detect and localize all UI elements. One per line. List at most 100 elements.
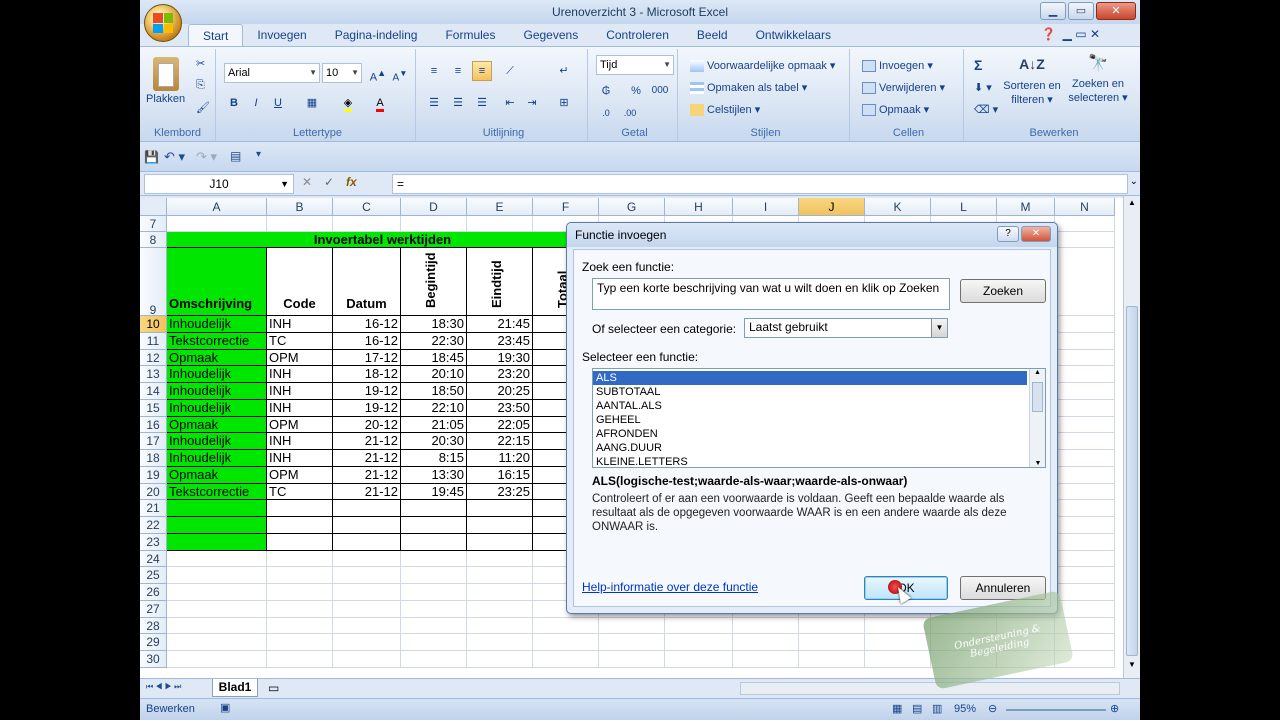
data-datum[interactable]: 20-12 xyxy=(333,416,401,434)
grid-cell[interactable] xyxy=(1055,500,1115,517)
data-begintijd[interactable]: 22:30 xyxy=(401,332,467,350)
grid-cell[interactable] xyxy=(401,567,467,584)
data-datum[interactable]: 16-12 xyxy=(333,316,401,333)
empty-omschrijving[interactable] xyxy=(167,517,267,534)
grid-cell[interactable] xyxy=(333,550,401,568)
align-middle-icon[interactable]: ≡ xyxy=(448,61,468,81)
scroll-thumb[interactable] xyxy=(1126,306,1138,656)
function-list-item[interactable]: AANG.DUUR xyxy=(593,441,1027,455)
orientation-icon[interactable]: ⟋ xyxy=(500,61,520,81)
data-omschrijving[interactable]: Opmaak xyxy=(167,416,267,434)
zoom-level[interactable]: 95% xyxy=(954,699,976,719)
tab-controleren[interactable]: Controleren xyxy=(592,24,683,46)
grid-cell[interactable] xyxy=(167,634,267,651)
sheet-nav-icon[interactable]: ⏮ ◀ ▶ ⏭ xyxy=(146,682,181,692)
grid-cell[interactable] xyxy=(267,617,333,635)
data-begintijd[interactable]: 13:30 xyxy=(401,466,467,484)
row-header-9[interactable]: 9 xyxy=(140,248,167,317)
row-header-20[interactable]: 20 xyxy=(140,483,167,501)
column-header-d[interactable]: D xyxy=(401,198,467,216)
function-search-input[interactable]: Typ een korte beschrijving van wat u wil… xyxy=(592,278,950,310)
grid-cell[interactable] xyxy=(1055,349,1115,367)
vertical-scrollbar[interactable]: ▲ ▼ xyxy=(1123,196,1140,680)
macro-record-icon[interactable]: ▣ xyxy=(220,698,230,718)
currency-icon[interactable]: ₲ xyxy=(596,81,616,101)
list-scroll-down-icon[interactable]: ▼ xyxy=(1030,460,1045,467)
grid-cell[interactable] xyxy=(267,216,333,232)
row-header-28[interactable]: 28 xyxy=(140,617,167,635)
page-break-view-icon[interactable]: ▥ xyxy=(932,699,942,719)
column-header-m[interactable]: M xyxy=(997,198,1055,216)
data-code[interactable]: INH xyxy=(267,316,333,333)
fill-color-icon[interactable]: ◈ xyxy=(338,93,358,113)
data-eindtijd[interactable]: 11:20 xyxy=(467,450,533,467)
grid-cell[interactable] xyxy=(401,600,467,618)
data-eindtijd[interactable]: 23:45 xyxy=(467,332,533,350)
column-header-j[interactable]: J xyxy=(799,198,865,216)
data-omschrijving[interactable]: Inhoudelijk xyxy=(167,366,267,383)
zoom-in-icon[interactable]: ⊕ xyxy=(1110,699,1119,719)
grid-cell[interactable] xyxy=(401,617,467,635)
font-color-icon[interactable]: A xyxy=(370,93,390,113)
grid-cell[interactable] xyxy=(1055,433,1115,450)
grid-cell[interactable] xyxy=(1055,232,1115,248)
list-scroll-thumb[interactable] xyxy=(1032,382,1043,412)
column-header-c[interactable]: C xyxy=(333,198,401,216)
align-left-icon[interactable]: ☰ xyxy=(424,93,444,113)
column-header-b[interactable]: B xyxy=(267,198,333,216)
row-header-15[interactable]: 15 xyxy=(140,399,167,417)
row-header-14[interactable]: 14 xyxy=(140,383,167,400)
format-painter-icon[interactable]: 🖌 xyxy=(196,101,210,114)
column-header-i[interactable]: I xyxy=(733,198,799,216)
grid-cell[interactable] xyxy=(1055,584,1115,601)
empty-cell[interactable] xyxy=(267,533,333,551)
grid-cell[interactable] xyxy=(599,617,665,635)
data-code[interactable]: OPM xyxy=(267,349,333,367)
sheet-tab-blad1[interactable]: Blad1 xyxy=(212,679,258,697)
grid-cell[interactable] xyxy=(167,567,267,584)
delete-cells-button[interactable]: Verwijderen ▾ xyxy=(862,81,945,95)
list-scrollbar[interactable]: ▲ ▼ xyxy=(1029,369,1045,467)
name-box[interactable]: J10 ▼ xyxy=(144,174,294,194)
grid-cell[interactable] xyxy=(733,634,799,651)
grid-cell[interactable] xyxy=(665,651,733,668)
row-header-26[interactable]: 26 xyxy=(140,584,167,601)
function-list-item[interactable]: AFRONDEN xyxy=(593,427,1027,441)
grid-cell[interactable] xyxy=(267,634,333,651)
decrease-indent-icon[interactable]: ⇤ xyxy=(500,93,520,113)
data-code[interactable]: TC xyxy=(267,483,333,501)
restore-icon[interactable]: ▭ xyxy=(1075,27,1086,41)
grid-cell[interactable] xyxy=(799,651,865,668)
data-datum[interactable]: 21-12 xyxy=(333,466,401,484)
category-select[interactable]: Laatst gebruikt ▼ xyxy=(744,318,948,338)
grid-cell[interactable] xyxy=(1055,332,1115,350)
align-right-icon[interactable]: ☰ xyxy=(472,93,492,113)
grid-cell[interactable] xyxy=(267,550,333,568)
data-begintijd[interactable]: 18:45 xyxy=(401,349,467,367)
paste-button[interactable]: Plakken xyxy=(146,57,185,105)
formula-input[interactable]: = xyxy=(392,174,1128,194)
scroll-up-icon[interactable]: ▲ xyxy=(1125,198,1139,212)
row-header-8[interactable]: 8 xyxy=(140,232,167,248)
function-list-item[interactable]: AANTAL.ALS xyxy=(593,399,1027,413)
empty-cell[interactable] xyxy=(467,533,533,551)
grid-cell[interactable] xyxy=(533,651,599,668)
data-omschrijving[interactable]: Inhoudelijk xyxy=(167,450,267,467)
grid-cell[interactable] xyxy=(401,584,467,601)
row-header-16[interactable]: 16 xyxy=(140,416,167,434)
grid-cell[interactable] xyxy=(467,600,533,618)
column-header-g[interactable]: G xyxy=(599,198,665,216)
data-begintijd[interactable]: 18:50 xyxy=(401,383,467,400)
data-datum[interactable]: 19-12 xyxy=(333,399,401,417)
row-header-13[interactable]: 13 xyxy=(140,366,167,383)
new-sheet-icon[interactable]: ▭ xyxy=(268,681,279,695)
data-datum[interactable]: 21-12 xyxy=(333,450,401,467)
undo-icon[interactable]: ↶ ▾ xyxy=(164,149,185,165)
row-header-17[interactable]: 17 xyxy=(140,433,167,450)
grid-cell[interactable] xyxy=(1055,383,1115,400)
data-begintijd[interactable]: 19:45 xyxy=(401,483,467,501)
format-as-table-button[interactable]: Opmaken als tabel ▾ xyxy=(690,81,807,95)
empty-cell[interactable] xyxy=(467,500,533,517)
cancel-formula-icon[interactable]: ✕ xyxy=(302,175,312,189)
grid-cell[interactable] xyxy=(799,634,865,651)
